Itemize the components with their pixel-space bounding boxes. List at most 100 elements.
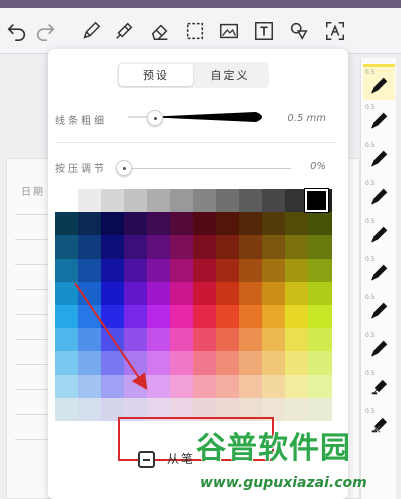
color-swatch[interactable] — [55, 212, 79, 236]
color-swatch[interactable] — [193, 374, 217, 399]
color-swatch[interactable] — [170, 281, 194, 306]
color-swatch[interactable] — [78, 328, 102, 352]
color-swatch[interactable] — [124, 374, 148, 399]
color-swatch[interactable] — [193, 189, 217, 213]
color-swatch[interactable] — [78, 189, 102, 213]
color-swatch[interactable] — [124, 351, 148, 376]
color-swatch[interactable] — [101, 374, 125, 399]
color-swatch[interactable] — [308, 397, 332, 422]
color-swatch[interactable] — [101, 189, 125, 213]
color-swatch[interactable] — [124, 212, 148, 236]
color-swatch[interactable] — [170, 374, 194, 399]
color-swatch[interactable] — [216, 212, 240, 236]
color-swatch[interactable] — [262, 212, 286, 236]
color-swatch[interactable] — [193, 258, 217, 283]
color-swatch[interactable] — [124, 328, 148, 352]
color-swatch[interactable] — [147, 328, 171, 352]
color-swatch[interactable] — [147, 212, 171, 236]
color-swatch[interactable] — [285, 305, 309, 329]
color-swatch[interactable] — [55, 258, 79, 283]
color-swatch[interactable] — [78, 281, 102, 306]
color-swatch[interactable] — [124, 281, 148, 306]
pen-icon[interactable] — [78, 18, 104, 44]
color-swatch[interactable] — [55, 397, 79, 422]
color-swatch[interactable] — [55, 305, 79, 329]
color-swatch[interactable] — [147, 235, 171, 260]
pen-preset-2[interactable]: 0.5 — [363, 102, 395, 138]
color-swatch[interactable] — [55, 351, 79, 376]
color-swatch[interactable] — [262, 258, 286, 283]
color-swatch[interactable] — [239, 281, 263, 306]
pen-preset-8[interactable]: 0.5 — [363, 330, 395, 366]
color-swatch[interactable] — [101, 305, 125, 329]
tab-preset[interactable]: 预设 — [119, 64, 193, 86]
color-swatch[interactable] — [308, 235, 332, 260]
color-swatch[interactable] — [78, 351, 102, 376]
color-swatch[interactable] — [124, 305, 148, 329]
pen-preset-4[interactable]: 0.5 — [363, 178, 395, 214]
color-swatch[interactable] — [308, 351, 332, 376]
color-swatch[interactable] — [124, 235, 148, 260]
color-swatch[interactable] — [101, 351, 125, 376]
text-icon[interactable] — [251, 18, 277, 44]
eraser-icon[interactable] — [147, 18, 173, 44]
color-swatch[interactable] — [193, 351, 217, 376]
color-swatch[interactable] — [193, 328, 217, 352]
color-swatch[interactable] — [78, 235, 102, 260]
color-swatch[interactable] — [216, 351, 240, 376]
color-swatch[interactable] — [285, 258, 309, 283]
color-swatch[interactable] — [170, 305, 194, 329]
selected-color-swatch[interactable] — [304, 188, 329, 213]
color-swatch[interactable] — [78, 212, 102, 236]
pen-preset-5[interactable]: 0.5 — [363, 216, 395, 252]
color-swatch[interactable] — [239, 258, 263, 283]
color-swatch[interactable] — [170, 189, 194, 213]
color-swatch[interactable] — [193, 235, 217, 260]
color-swatch[interactable] — [101, 258, 125, 283]
redo-icon[interactable] — [32, 18, 58, 44]
color-swatch[interactable] — [193, 212, 217, 236]
color-swatch[interactable] — [78, 258, 102, 283]
color-swatch[interactable] — [239, 351, 263, 376]
color-swatch[interactable] — [55, 281, 79, 306]
color-swatch[interactable] — [170, 258, 194, 283]
pen-preset-3[interactable]: 0.5 — [363, 140, 395, 176]
color-swatch[interactable] — [170, 351, 194, 376]
pen-preset-7[interactable]: 0.5 — [363, 292, 395, 328]
color-swatch[interactable] — [262, 189, 286, 213]
color-swatch[interactable] — [147, 374, 171, 399]
color-swatch[interactable] — [78, 374, 102, 399]
color-swatch[interactable] — [216, 258, 240, 283]
color-swatch[interactable] — [78, 397, 102, 422]
color-swatch[interactable] — [170, 328, 194, 352]
pen-preset-1[interactable]: 0.5 — [363, 64, 395, 100]
color-swatch[interactable] — [101, 281, 125, 306]
color-swatch[interactable] — [239, 212, 263, 236]
color-swatch[interactable] — [193, 305, 217, 329]
color-swatch[interactable] — [78, 305, 102, 329]
tab-custom[interactable]: 自定义 — [193, 64, 267, 86]
color-swatch[interactable] — [239, 189, 263, 213]
color-swatch[interactable] — [216, 328, 240, 352]
color-swatch[interactable] — [308, 328, 332, 352]
thickness-slider-handle[interactable] — [147, 110, 163, 126]
color-swatch[interactable] — [55, 328, 79, 352]
pressure-slider-track[interactable] — [123, 168, 291, 169]
color-swatch[interactable] — [308, 212, 332, 236]
pen-preset-6[interactable]: 0.5 — [363, 254, 395, 290]
color-swatch[interactable] — [285, 281, 309, 306]
color-swatch[interactable] — [262, 374, 286, 399]
color-swatch[interactable] — [285, 351, 309, 376]
pressure-slider-handle[interactable] — [116, 160, 132, 176]
color-swatch[interactable] — [239, 374, 263, 399]
color-swatch[interactable] — [262, 281, 286, 306]
color-swatch[interactable] — [101, 212, 125, 236]
color-swatch[interactable] — [147, 351, 171, 376]
color-swatch[interactable] — [262, 351, 286, 376]
color-swatch[interactable] — [262, 328, 286, 352]
color-swatch[interactable] — [285, 235, 309, 260]
color-swatch[interactable] — [285, 328, 309, 352]
color-swatch[interactable] — [239, 328, 263, 352]
color-swatch[interactable] — [239, 305, 263, 329]
color-swatch[interactable] — [170, 235, 194, 260]
